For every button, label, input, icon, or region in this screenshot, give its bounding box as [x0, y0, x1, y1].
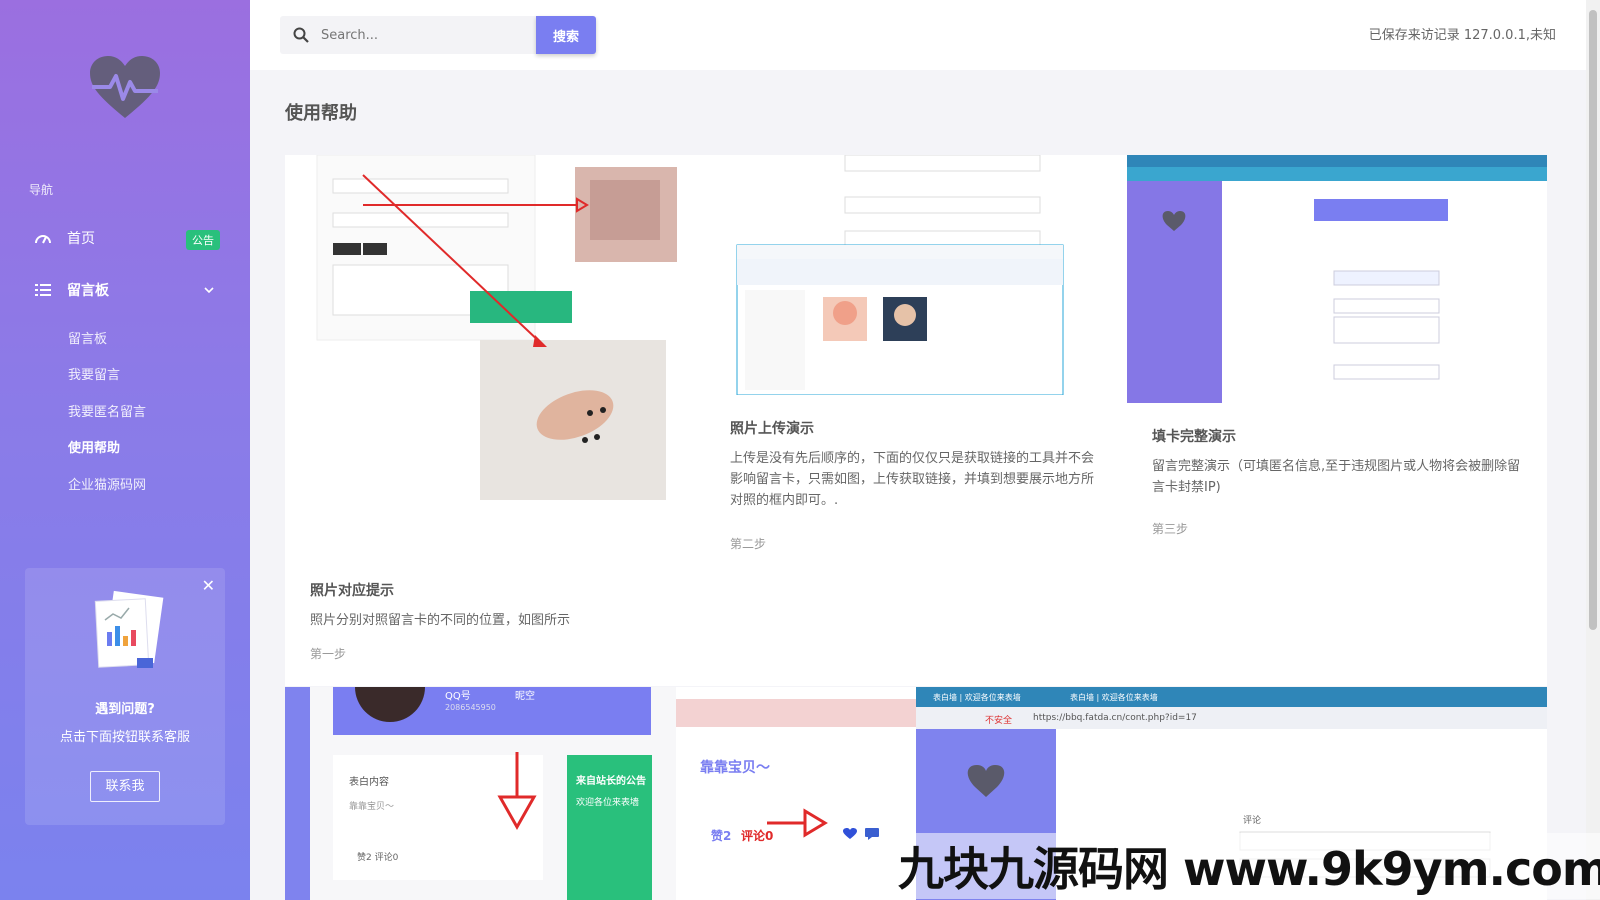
topbar: 搜索 已保存来访记录 127.0.0.1,未知 [250, 0, 1586, 70]
page-title: 使用帮助 [285, 103, 357, 124]
sidebar-subitem-source-site[interactable]: 企业猫源码网 [68, 474, 146, 493]
search-button[interactable]: 搜索 [536, 16, 596, 54]
demo-like-label: 赞2 [711, 829, 732, 843]
help-card-2[interactable]: 照片上传演示 上传是没有先后顺序的，下面的仅仅只是获取链接的工具并不会影响留言卡… [705, 155, 1127, 686]
sidebar-item-home[interactable]: 首页 公告 [0, 218, 250, 258]
card-step: 第三步 [1152, 522, 1189, 536]
card-title: 照片对应提示 [310, 583, 394, 599]
demo-browser-tab-2: 表白墙 | 欢迎各位来表墙 [1070, 693, 1158, 702]
search-input[interactable] [319, 26, 519, 44]
list-icon [33, 280, 53, 300]
help-card-1[interactable]: 照片对应提示 照片分别对照留言卡的不同的位置，如图所示 第一步 [285, 155, 705, 686]
card-description: 照片分别对照留言卡的不同的位置，如图所示 [310, 613, 571, 628]
watermark: 九块九源码网 www.9k9ym.com [898, 833, 1600, 899]
heart-pulse-logo[interactable] [88, 54, 162, 120]
photo-mapping-screenshot [285, 155, 705, 525]
demo-card-name: 昵空 [515, 691, 535, 702]
heart-icon [843, 828, 857, 839]
sidebar-item-board[interactable]: 留言板 [0, 270, 250, 310]
comment-icon [865, 828, 879, 840]
sidebar-subitem-help[interactable]: 使用帮助 [68, 437, 120, 456]
nav-caption: 导航 [29, 183, 54, 197]
demo-card-qq-label: QQ号 [445, 691, 471, 702]
card-description: 上传是没有先后顺序的，下面的仅仅只是获取链接的工具并不会影响留言卡，只需如图，上… [730, 451, 1095, 508]
search-box [280, 16, 536, 54]
demo-browser-url: https://bbq.fatda.cn/cont.php?id=17 [1033, 713, 1197, 723]
demo-notice-welcome: 欢迎各位来表墙 [576, 798, 640, 808]
help-card-title: 遇到问题? [95, 702, 155, 717]
close-icon[interactable]: ✕ [202, 576, 215, 595]
contact-button[interactable]: 联系我 [90, 771, 160, 802]
demo-big-text: 靠靠宝贝～ [700, 760, 770, 776]
demo-card-likes: 赞2 评论0 [357, 853, 399, 863]
help-card-3[interactable]: 填卡完整演示 留言完整演示（可填匿名信息,至于违规图片或人物将会被删除留言卡封禁… [1127, 155, 1547, 686]
demo-browser-tab-1: 表白墙 | 欢迎各位来表墙 [933, 693, 1021, 702]
demo-card-content-title: 表白内容 [349, 777, 389, 788]
chevron-down-icon[interactable] [202, 283, 216, 297]
notice-badge[interactable]: 公告 [186, 230, 220, 250]
demo-comment-label: 评论0 [741, 829, 774, 843]
sidebar-subitem-board[interactable]: 留言板 [68, 328, 107, 347]
card-title: 填卡完整演示 [1152, 429, 1236, 445]
help-card: ✕ 遇到问题? 点击下面按钮联系客服 联系我 [25, 568, 225, 825]
sidebar-item-label: 首页 [67, 231, 95, 247]
sidebar: 导航 首页 公告 留言板 留言板 我要留言 我要匿名留言 使用帮助 企业猫源码网… [0, 0, 250, 900]
page-scrollbar[interactable] [1586, 0, 1600, 900]
upload-demo-screenshot [705, 155, 1127, 395]
scrollbar-thumb[interactable] [1589, 10, 1597, 630]
card-step: 第一步 [310, 647, 347, 661]
visitor-record: 已保存来访记录 127.0.0.1,未知 [1368, 28, 1556, 43]
sidebar-subitem-anonymous[interactable]: 我要匿名留言 [68, 401, 146, 420]
sidebar-item-label: 留言板 [67, 283, 109, 299]
demo-notice-title: 来自站长的公告 [576, 776, 646, 787]
demo-card-qq-value: 2086545950 [445, 703, 496, 712]
demo-comment-title: 评论 [1243, 816, 1262, 826]
card-title: 照片上传演示 [730, 421, 814, 437]
search-icon [293, 27, 309, 43]
fill-demo-screenshot [1127, 155, 1547, 403]
sidebar-subitem-post[interactable]: 我要留言 [68, 364, 120, 383]
demo-not-secure: 不安全 [985, 716, 1013, 726]
card-step: 第二步 [730, 537, 767, 551]
help-card-subtitle: 点击下面按钮联系客服 [59, 730, 190, 745]
demo-card-content: 靠靠宝贝～ [349, 802, 395, 812]
dashboard-icon [33, 228, 53, 248]
report-illustration-icon [94, 590, 164, 668]
card-description: 留言完整演示（可填匿名信息,至于违规图片或人物将会被删除留言卡封禁IP) [1152, 459, 1521, 495]
